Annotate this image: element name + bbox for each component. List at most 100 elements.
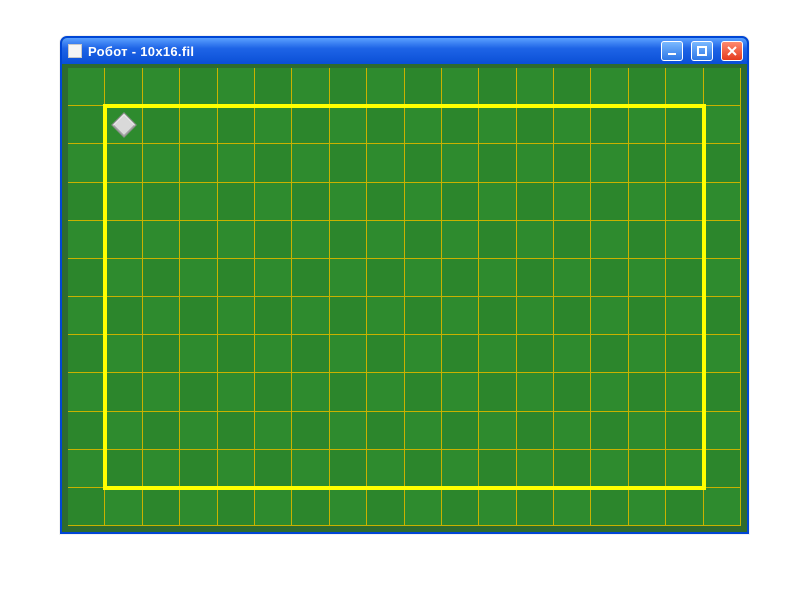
grid-cell: [68, 297, 105, 335]
grid-cell: [704, 335, 741, 373]
grid-cell: [442, 335, 479, 373]
grid-cell: [405, 68, 442, 106]
grid-cell: [591, 106, 628, 144]
grid-cell: [367, 221, 404, 259]
grid-cell: [629, 144, 666, 182]
field-area[interactable]: [68, 68, 741, 526]
grid-cell: [255, 450, 292, 488]
grid-cell: [554, 297, 591, 335]
grid-cell: [629, 259, 666, 297]
grid-cell: [68, 373, 105, 411]
grid-cell: [704, 259, 741, 297]
grid-cell: [704, 450, 741, 488]
grid-cell: [367, 450, 404, 488]
grid-cell: [554, 221, 591, 259]
grid-cell: [666, 297, 703, 335]
grid-cell: [666, 221, 703, 259]
grid-cell: [479, 144, 516, 182]
grid-cell: [704, 373, 741, 411]
grid-cell: [704, 144, 741, 182]
grid-cell: [591, 412, 628, 450]
grid-cell: [143, 488, 180, 526]
grid-cell: [591, 488, 628, 526]
grid-cell: [292, 488, 329, 526]
grid-cell: [405, 488, 442, 526]
grid-cell: [292, 373, 329, 411]
grid-cell: [330, 488, 367, 526]
grid-cell: [629, 450, 666, 488]
grid-cell: [517, 450, 554, 488]
grid-cell: [554, 412, 591, 450]
titlebar[interactable]: Робот - 10x16.fil: [62, 38, 747, 64]
grid-cell: [442, 373, 479, 411]
grid-cell: [367, 183, 404, 221]
grid-cell: [666, 144, 703, 182]
grid-cell: [704, 488, 741, 526]
grid-cell: [442, 412, 479, 450]
grid-cell: [292, 106, 329, 144]
grid-cell: [629, 183, 666, 221]
grid-cell: [143, 259, 180, 297]
close-button[interactable]: [721, 41, 743, 61]
grid-cell: [704, 68, 741, 106]
grid-cell: [105, 144, 142, 182]
grid-cell: [180, 373, 217, 411]
grid-cell: [405, 259, 442, 297]
grid-cell: [143, 335, 180, 373]
grid-cell: [180, 488, 217, 526]
grid-cell: [367, 297, 404, 335]
grid-cell: [591, 450, 628, 488]
grid-cell: [180, 183, 217, 221]
grid-cell: [367, 335, 404, 373]
grid-cell: [68, 221, 105, 259]
grid-cell: [405, 335, 442, 373]
grid-cell: [629, 68, 666, 106]
grid-cell: [105, 450, 142, 488]
grid-cell: [143, 68, 180, 106]
grid-cell: [442, 144, 479, 182]
grid-cell: [218, 259, 255, 297]
grid-cell: [330, 68, 367, 106]
grid-cell: [292, 297, 329, 335]
minimize-icon: [666, 45, 678, 57]
grid-cell: [143, 297, 180, 335]
maximize-button[interactable]: [691, 41, 713, 61]
grid-cell: [442, 106, 479, 144]
grid-cell: [704, 412, 741, 450]
grid-cell: [629, 221, 666, 259]
grid-cell: [405, 183, 442, 221]
grid-cell: [68, 335, 105, 373]
grid-cell: [629, 412, 666, 450]
grid-cell: [479, 183, 516, 221]
grid-cell: [405, 297, 442, 335]
grid-cell: [255, 221, 292, 259]
grid-cell: [405, 144, 442, 182]
grid-cell: [255, 259, 292, 297]
grid-cell: [479, 412, 516, 450]
grid-cell: [68, 183, 105, 221]
grid-cell: [666, 373, 703, 411]
grid-cell: [255, 106, 292, 144]
grid-cell: [255, 68, 292, 106]
app-icon: [68, 44, 82, 58]
grid-cell: [554, 183, 591, 221]
grid-cell: [629, 488, 666, 526]
grid-cell: [143, 144, 180, 182]
grid-cell: [330, 221, 367, 259]
grid-cell: [479, 335, 516, 373]
grid-cell: [330, 144, 367, 182]
grid-cell: [666, 412, 703, 450]
minimize-button[interactable]: [661, 41, 683, 61]
grid-cell: [180, 106, 217, 144]
grid-cell: [330, 335, 367, 373]
grid-cell: [517, 373, 554, 411]
grid-cell: [554, 450, 591, 488]
grid-cell: [479, 488, 516, 526]
grid-cell: [143, 450, 180, 488]
app-window: Робот - 10x16.fil: [60, 36, 749, 534]
grid-cell: [218, 68, 255, 106]
grid-cell: [105, 297, 142, 335]
grid-cell: [442, 488, 479, 526]
grid-cell: [180, 412, 217, 450]
grid-cell: [554, 488, 591, 526]
